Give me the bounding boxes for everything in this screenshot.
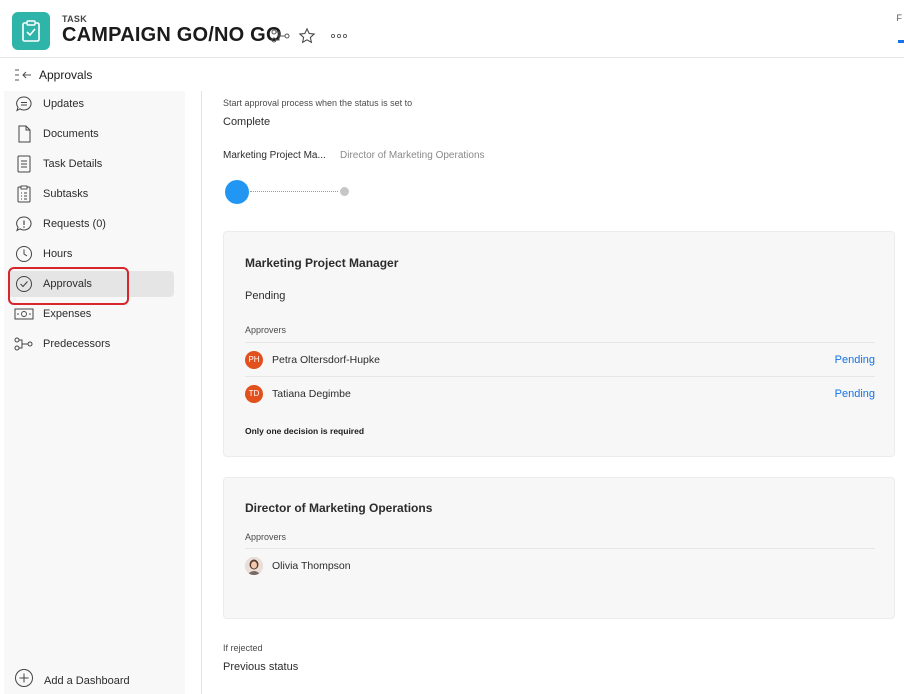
nav-item-expenses[interactable]: Expenses [8, 301, 174, 327]
more-options-icon[interactable] [329, 26, 349, 46]
nav-item-hours[interactable]: Hours [8, 241, 174, 267]
approver-status-link[interactable]: Pending [835, 354, 875, 366]
predecessor-link-icon[interactable] [271, 26, 291, 46]
approval-stage-card: Director of Marketing Operations Approve… [223, 477, 895, 619]
if-rejected-value: Previous status [223, 661, 299, 673]
edge-tab-label[interactable]: F [897, 13, 903, 23]
avatar: TD [245, 384, 263, 403]
approver-status-link[interactable]: Pending [835, 388, 875, 400]
money-icon [14, 304, 34, 324]
nav-item-label: Subtasks [43, 188, 89, 200]
stage-status: Pending [245, 290, 286, 302]
nav-item-label: Expenses [43, 308, 92, 320]
object-type-label: TASK [62, 14, 88, 24]
add-dashboard-label: Add a Dashboard [44, 674, 130, 687]
nav-item-approvals[interactable]: Approvals [8, 271, 174, 297]
nav-item-label: Predecessors [43, 338, 111, 350]
approver-name: Petra Oltersdorf-Hupke [272, 353, 380, 366]
approver-row: TD Tatiana Degimbe Pending [245, 376, 875, 410]
task-header: TASK CAMPAIGN GO/NO GO F [0, 0, 904, 58]
speech-bubble-icon [14, 94, 34, 114]
clock-icon [14, 244, 34, 264]
nav-item-documents[interactable]: Documents [8, 121, 174, 147]
avatar [245, 556, 263, 575]
edge-tab-indicator [898, 40, 904, 43]
checkmark-circle-icon [14, 274, 34, 294]
add-dashboard-button[interactable]: Add a Dashboard [14, 668, 130, 693]
step-connector [250, 191, 338, 192]
nav-item-label: Task Details [43, 158, 103, 170]
nav-item-label: Approvals [43, 278, 92, 290]
nav-item-label: Hours [43, 248, 73, 260]
nav-item-label: Requests (0) [43, 218, 106, 230]
nav-item-subtasks[interactable]: Subtasks [8, 181, 174, 207]
nav-item-requests[interactable]: Requests (0) [8, 211, 174, 237]
nav-item-task-details[interactable]: Task Details [8, 151, 174, 177]
plus-circle-icon [14, 668, 34, 693]
stage-title: Marketing Project Manager [245, 256, 399, 270]
predecessor-icon [14, 334, 34, 354]
section-breadcrumb: Approvals [0, 59, 904, 91]
step-label-next: Director of Marketing Operations [340, 150, 485, 161]
start-status-label: Start approval process when the status i… [223, 98, 413, 108]
nav-item-updates[interactable]: Updates [8, 91, 174, 117]
breadcrumb-title: Approvals [39, 68, 93, 82]
avatar: PH [245, 350, 263, 369]
nav-item-label: Documents [43, 128, 99, 140]
nav-item-label: Updates [43, 98, 84, 110]
subtasks-icon [14, 184, 34, 204]
star-favorite-icon[interactable] [297, 26, 317, 46]
approver-row: Olivia Thompson [245, 548, 875, 582]
task-title: CAMPAIGN GO/NO GO [62, 24, 282, 46]
collapse-panel-icon[interactable] [14, 67, 32, 83]
document-icon [14, 124, 34, 144]
approval-stage-card: Marketing Project Manager Pending Approv… [223, 231, 895, 457]
approver-row: PH Petra Oltersdorf-Hupke Pending [245, 342, 875, 376]
step-indicator-active [225, 180, 249, 204]
step-indicator-pending [340, 187, 349, 196]
decision-requirement-note: Only one decision is required [245, 426, 365, 436]
approver-name: Tatiana Degimbe [272, 387, 351, 400]
step-label-current: Marketing Project Ma... [223, 150, 326, 161]
start-status-value: Complete [223, 116, 271, 128]
nav-item-predecessors[interactable]: Predecessors [8, 331, 174, 357]
stage-title: Director of Marketing Operations [245, 501, 433, 515]
left-nav-panel: Updates Documents Task Details Subtasks … [4, 91, 185, 694]
request-icon [14, 214, 34, 234]
approver-name: Olivia Thompson [272, 559, 351, 572]
approvers-label: Approvers [245, 532, 287, 542]
if-rejected-label: If rejected [223, 643, 263, 653]
approvals-main-panel: Start approval process when the status i… [202, 91, 896, 694]
task-clipboard-icon [12, 12, 50, 50]
approvers-label: Approvers [245, 325, 287, 335]
task-details-icon [14, 154, 34, 174]
